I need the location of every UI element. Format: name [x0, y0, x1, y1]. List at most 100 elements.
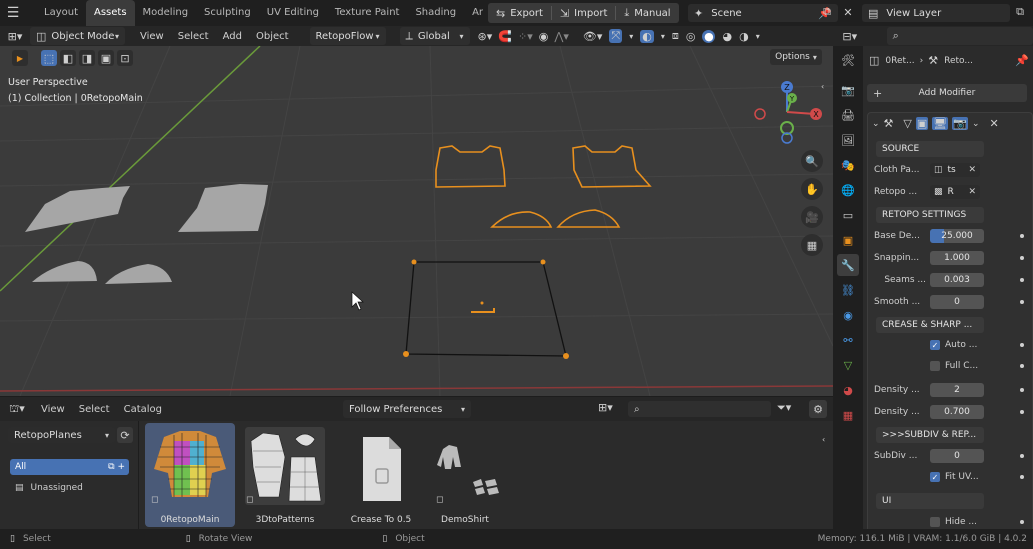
keyframe-dot[interactable]	[1020, 278, 1024, 282]
grid-view-icon[interactable]: ▦	[801, 234, 823, 256]
manual-button[interactable]: ⤓ Manual	[616, 6, 678, 20]
asset-search-input[interactable]: ⌕	[628, 401, 771, 417]
cloth-pattern-selector[interactable]: ◫ ts ✕	[930, 163, 980, 177]
main-menu-icon[interactable]: ☰	[0, 0, 26, 26]
keyframe-dot[interactable]	[1020, 234, 1024, 238]
tab-layout[interactable]: Layout	[36, 0, 86, 26]
density-2-input[interactable]: 0.700	[930, 405, 984, 419]
data-tab-icon[interactable]: ▽	[837, 354, 859, 376]
keyframe-dot[interactable]	[1020, 520, 1024, 524]
source-section-button[interactable]: SOURCE	[876, 141, 984, 157]
gizmo-neg-y-axis[interactable]	[780, 121, 794, 135]
select-intersect-icon[interactable]: ▣	[98, 50, 114, 66]
smooth-input[interactable]: 0	[930, 295, 984, 309]
close-icon[interactable]: ✕	[990, 117, 999, 130]
tool-tab-icon[interactable]: 🛠	[837, 49, 859, 71]
xray-icon[interactable]: ⧈	[672, 29, 679, 43]
seams-input[interactable]: 0.003	[930, 273, 984, 287]
refresh-library-icon[interactable]: ⟳	[117, 427, 133, 443]
keyframe-dot[interactable]	[1020, 475, 1024, 479]
camera-icon[interactable]: 🎥	[801, 206, 823, 228]
snap-target-icon[interactable]: ⁘▾	[518, 30, 533, 43]
particles-tab-icon[interactable]: ⛓	[837, 279, 859, 301]
editor-type-icon[interactable]: ⊞▾	[0, 30, 30, 43]
rendered-shading-icon[interactable]: ◑	[739, 30, 749, 43]
render-tab-icon[interactable]: 📷	[837, 79, 859, 101]
pin-icon[interactable]: 📌	[1015, 54, 1029, 67]
snapping-input[interactable]: 1.000	[930, 251, 984, 265]
select-subtract-icon[interactable]: ◨	[79, 50, 95, 66]
menu-object[interactable]: Object	[249, 31, 296, 42]
view-layer-tab-icon[interactable]: 🖼	[837, 129, 859, 151]
proportional-edit-icon[interactable]: ◉	[539, 30, 549, 43]
asset-sidebar-toggle-icon[interactable]: ‹	[822, 435, 825, 444]
tab-modeling[interactable]: Modeling	[135, 0, 197, 26]
retopo-settings-button[interactable]: RETOPO SETTINGS	[876, 207, 984, 223]
import-method-dropdown[interactable]: Follow Preferences ▾	[343, 400, 471, 418]
menu-view[interactable]: View	[133, 31, 171, 42]
asset-tile-3dtopatterns[interactable]: ◻ 3DtoPatterns	[240, 423, 330, 527]
properties-editor-icon[interactable]: ⊟▾	[833, 30, 867, 43]
constraints-tab-icon[interactable]: ⚯	[837, 329, 859, 351]
subdiv-section-button[interactable]: >>>SUBDIV & REP...	[876, 427, 984, 443]
keyframe-dot[interactable]	[1020, 364, 1024, 368]
texture-tab-icon[interactable]: ▦	[837, 404, 859, 426]
asset-browser-editor-icon[interactable]: ⛫▾	[0, 402, 34, 417]
gizmo-chevron-icon[interactable]: ▾	[629, 32, 633, 41]
modifier-menu-icon[interactable]: ⌄	[972, 119, 980, 129]
fit-uv-checkbox[interactable]: ✓	[930, 472, 940, 482]
collection-tab-icon[interactable]: ▭	[837, 204, 859, 226]
overlay-chevron-icon[interactable]: ▾	[661, 32, 665, 41]
wireframe-shading-icon[interactable]: ◎	[686, 30, 696, 43]
scene-tab-icon[interactable]: 🎭	[837, 154, 859, 176]
options-button[interactable]: Options ▾	[770, 49, 822, 65]
world-tab-icon[interactable]: 🌐	[837, 179, 859, 201]
new-catalog-icon[interactable]: ⧉ +	[108, 462, 125, 472]
retopoflow-menu[interactable]: RetopoFlow ▾	[309, 27, 386, 45]
gizmo-neg-x-axis[interactable]	[754, 108, 766, 120]
tab-uv-editing[interactable]: UV Editing	[259, 0, 327, 26]
subdiv-input[interactable]: 0	[930, 449, 984, 463]
asset-menu-select[interactable]: Select	[72, 404, 117, 415]
cage-toggle-icon[interactable]: ▣	[915, 117, 929, 130]
ui-section-button[interactable]: UI	[876, 493, 984, 509]
object-tab-icon[interactable]: ▣	[837, 229, 859, 251]
asset-tile-crease-to-0-5[interactable]: Crease To 0.5	[336, 423, 426, 527]
snap-icon[interactable]: 🧲	[498, 30, 512, 43]
edit-mode-toggle-icon[interactable]: ▽	[903, 117, 911, 130]
new-view-layer-icon[interactable]: ⧉	[1013, 5, 1027, 19]
keyframe-dot[interactable]	[1020, 256, 1024, 260]
zoom-icon[interactable]: 🔍	[801, 150, 823, 172]
material-shading-icon[interactable]: ◕	[722, 30, 732, 43]
solid-shading-icon[interactable]: ●	[702, 29, 716, 43]
hide-checkbox[interactable]: ✓	[930, 517, 940, 527]
viewport-toggle-icon[interactable]: 🖥	[932, 117, 949, 130]
tab-texture-paint[interactable]: Texture Paint	[327, 0, 408, 26]
pivot-icon[interactable]: ⊛▾	[478, 30, 493, 43]
tab-assets[interactable]: Assets	[86, 0, 135, 26]
base-density-slider[interactable]: 25.000	[930, 229, 984, 243]
play-icon[interactable]: ▶	[12, 50, 28, 66]
tab-animation[interactable]: Ar	[464, 0, 491, 26]
collapse-chevron-icon[interactable]: ⌄	[872, 119, 880, 129]
crease-section-button[interactable]: CREASE & SHARP ...	[876, 317, 984, 333]
auto-checkbox[interactable]: ✓	[930, 340, 940, 350]
view-layer-selector[interactable]: ▤ View Layer	[862, 4, 1010, 22]
catalog-item-all[interactable]: All ⧉ +	[10, 459, 129, 475]
overlay-icon[interactable]: ◐	[640, 29, 654, 43]
pan-hand-icon[interactable]: ✋	[801, 178, 823, 200]
transform-orientation[interactable]: ⟂ Global ▾	[399, 27, 470, 45]
asset-menu-catalog[interactable]: Catalog	[117, 404, 169, 415]
3d-viewport[interactable]: Z Y X User Perspective (1) Collection | …	[0, 46, 833, 396]
scene-selector[interactable]: ✦ Scene 📌	[688, 4, 838, 22]
output-tab-icon[interactable]: 🖨	[837, 104, 859, 126]
remove-scene-icon[interactable]: ✕	[841, 5, 855, 19]
tab-shading[interactable]: Shading	[407, 0, 464, 26]
asset-tile-0retopomain[interactable]: ◻ 0RetopoMain	[145, 423, 235, 527]
gizmo-icon[interactable]: ⤧	[609, 29, 623, 43]
menu-select[interactable]: Select	[171, 31, 216, 42]
mode-selector[interactable]: ◫ Object Mode ▾	[30, 27, 125, 45]
sidebar-toggle-icon[interactable]: ‹	[821, 82, 824, 91]
tab-sculpting[interactable]: Sculpting	[196, 0, 259, 26]
clear-icon[interactable]: ✕	[968, 165, 976, 175]
